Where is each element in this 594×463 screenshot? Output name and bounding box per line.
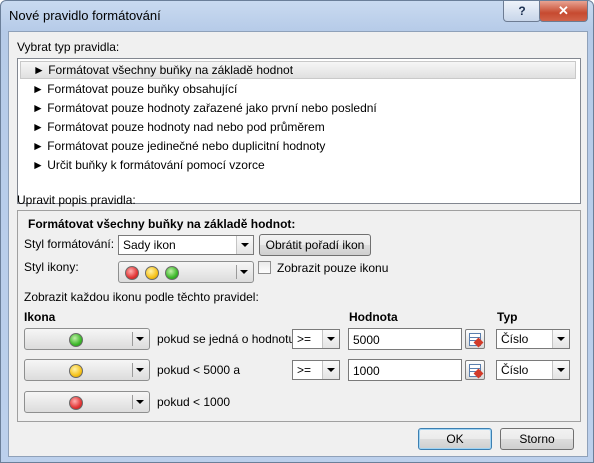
- rule-row-1-operator: >=: [297, 332, 312, 346]
- close-button[interactable]: ✕: [539, 1, 588, 22]
- red-circle-icon: [69, 396, 83, 410]
- rule-type-item-all-cells[interactable]: ► Formátovat všechny buňky na základě ho…: [20, 61, 576, 79]
- column-header-icon: Ikona: [24, 310, 56, 324]
- rule-row-2-operator-select[interactable]: >=: [292, 360, 340, 380]
- divider: [236, 265, 237, 279]
- divider: [132, 395, 133, 409]
- green-circle-icon: [69, 333, 83, 347]
- divider: [132, 363, 133, 377]
- show-icon-only-checkbox[interactable]: [258, 261, 271, 274]
- chevron-down-icon: [552, 361, 569, 379]
- rule-row-2-condition: pokud < 5000 a: [157, 363, 241, 377]
- title-bar[interactable]: Nové pravidlo formátování ? ✕: [1, 1, 593, 31]
- chevron-down-icon: [136, 337, 144, 341]
- rule-type-item-containing[interactable]: ► Formátovat pouze buňky obsahující: [20, 80, 576, 98]
- chevron-down-icon: [136, 368, 144, 372]
- format-style-label: Styl formátování:: [24, 237, 115, 251]
- chevron-down-icon: [552, 330, 569, 348]
- column-header-type: Typ: [497, 310, 518, 324]
- rule-row-1-value: 5000: [353, 333, 380, 347]
- rule-row-1-operator-select[interactable]: >=: [292, 329, 340, 349]
- rule-type-item-above-below-average[interactable]: ► Formátovat pouze hodnoty nad nebo pod …: [20, 118, 576, 136]
- icon-style-label: Styl ikony:: [24, 260, 79, 274]
- rule-row-3-icon-select[interactable]: [24, 391, 150, 413]
- yellow-circle-icon: [145, 266, 159, 280]
- column-header-value: Hodnota: [349, 310, 398, 324]
- rule-type-list[interactable]: ► Formátovat všechny buňky na základě ho…: [17, 58, 581, 204]
- rule-row-2-type-select[interactable]: Číslo: [496, 360, 570, 380]
- chevron-down-icon: [136, 400, 144, 404]
- description-label: Upravit popis pravidla:: [17, 193, 136, 207]
- rule-row-2-operator: >=: [297, 363, 312, 377]
- red-circle-icon: [125, 266, 139, 280]
- reverse-icon-order-button[interactable]: Obrátit pořadí ikon: [259, 234, 371, 256]
- chevron-down-icon: [322, 330, 339, 348]
- rule-row-1-value-input[interactable]: 5000: [348, 328, 462, 350]
- rules-intro-label: Zobrazit každou ikonu podle těchto pravi…: [24, 290, 259, 304]
- rule-row-1-icon-select[interactable]: [24, 328, 150, 350]
- show-icon-only-label: Zobrazit pouze ikonu: [277, 261, 389, 275]
- green-circle-icon: [165, 266, 179, 280]
- divider: [132, 332, 133, 346]
- rule-type-item-top-bottom[interactable]: ► Formátovat pouze hodnoty zařazené jako…: [20, 99, 576, 117]
- chevron-down-icon: [240, 270, 248, 274]
- help-button[interactable]: ?: [503, 1, 541, 22]
- rule-row-1-condition: pokud se jedná o hodnotu: [157, 332, 296, 346]
- description-heading: Formátovat všechny buňky na základě hodn…: [28, 217, 296, 231]
- dialog-window: Nové pravidlo formátování ? ✕ Vybrat typ…: [0, 0, 594, 463]
- yellow-circle-icon: [69, 364, 83, 378]
- rule-row-2-icon-select[interactable]: [24, 359, 150, 381]
- ok-button[interactable]: OK: [418, 428, 492, 450]
- rule-row-1-type: Číslo: [501, 332, 529, 346]
- rule-row-1-type-select[interactable]: Číslo: [496, 329, 570, 349]
- format-style-value: Sady ikon: [123, 238, 176, 252]
- rule-row-2-range-picker-button[interactable]: [465, 360, 485, 380]
- rule-type-label: Vybrat typ pravidla:: [17, 40, 120, 54]
- rule-row-2-value-input[interactable]: 1000: [348, 359, 462, 381]
- chevron-down-icon: [322, 361, 339, 379]
- icon-style-select[interactable]: [118, 261, 254, 283]
- rule-row-3-condition: pokud < 1000: [157, 395, 231, 409]
- chevron-down-icon: [236, 236, 253, 254]
- rule-row-2-value: 1000: [353, 364, 380, 378]
- rule-type-item-formula[interactable]: ► Určit buňky k formátování pomocí vzorc…: [20, 156, 576, 174]
- rule-type-item-unique-duplicate[interactable]: ► Formátovat pouze jedinečné nebo duplic…: [20, 137, 576, 155]
- dialog-body: Vybrat typ pravidla: ► Formátovat všechn…: [8, 31, 588, 457]
- window-title: Nové pravidlo formátování: [9, 8, 161, 23]
- format-style-select[interactable]: Sady ikon: [118, 235, 254, 255]
- rule-description-panel: Formátovat všechny buňky na základě hodn…: [17, 210, 581, 422]
- rule-row-1-range-picker-button[interactable]: [465, 329, 485, 349]
- cancel-button[interactable]: Storno: [500, 428, 574, 450]
- rule-row-2-type: Číslo: [501, 363, 529, 377]
